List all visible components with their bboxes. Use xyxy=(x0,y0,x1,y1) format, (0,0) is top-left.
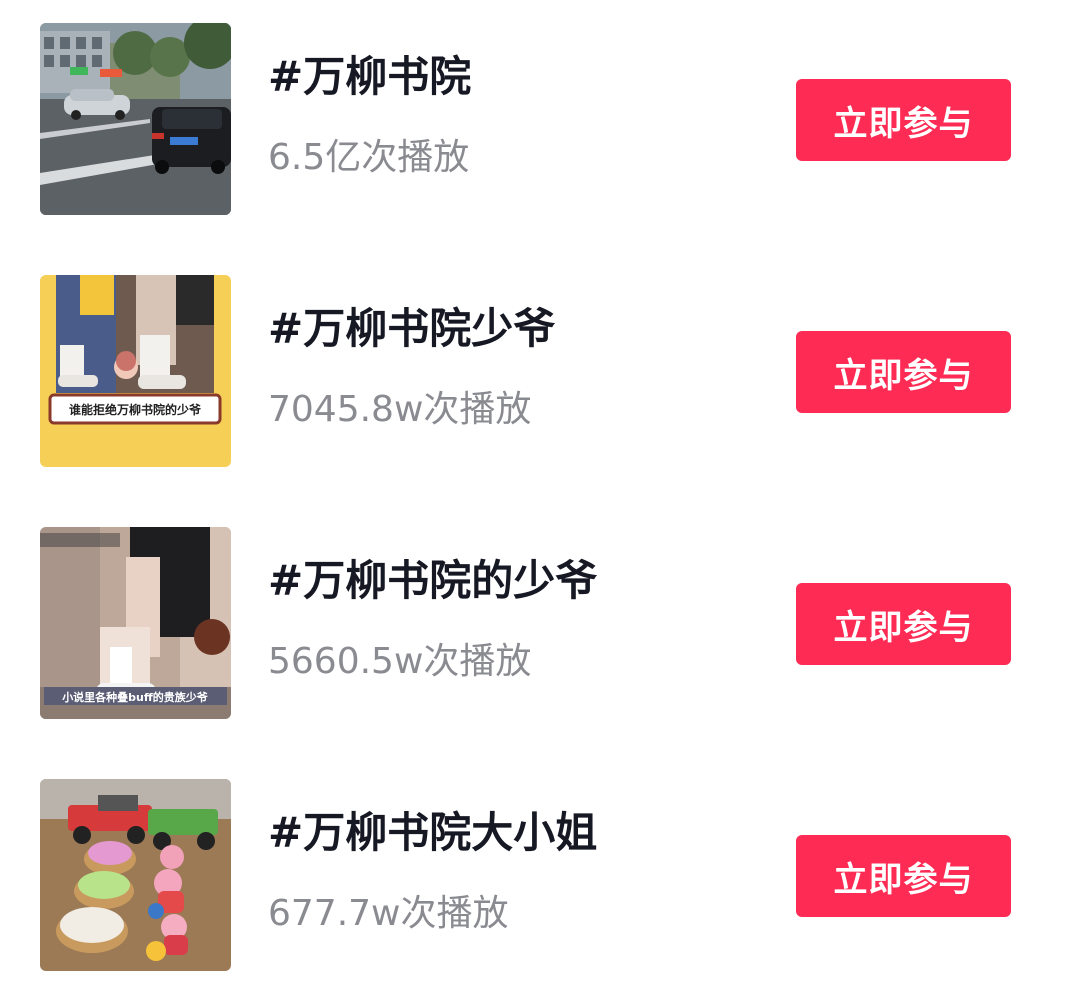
topic-thumbnail[interactable] xyxy=(40,779,231,971)
topic-title[interactable]: #万柳书院大小姐 xyxy=(268,807,597,859)
topic-thumbnail[interactable] xyxy=(40,23,231,215)
topic-thumbnail[interactable]: 谁能拒绝万柳书院的少爷 xyxy=(40,275,231,467)
join-button[interactable]: 立即参与 xyxy=(796,79,1011,161)
thumbnail-caption: 小说里各种叠buff的贵族少爷 xyxy=(61,690,209,704)
topic-row[interactable]: 小说里各种叠buff的贵族少爷 #万柳书院的少爷 5660.5w次播放 立即参与 xyxy=(0,527,1071,719)
sneaker-video-image: 谁能拒绝万柳书院的少爷 xyxy=(40,275,231,467)
topic-list: #万柳书院 6.5亿次播放 立即参与 谁能拒绝万柳书院的少爷 #万柳书院少爷 7… xyxy=(0,0,1071,998)
join-button[interactable]: 立即参与 xyxy=(796,583,1011,665)
toys-sand-image xyxy=(40,779,231,971)
join-button[interactable]: 立即参与 xyxy=(796,835,1011,917)
play-count: 6.5亿次播放 xyxy=(268,137,470,178)
topic-title[interactable]: #万柳书院少爷 xyxy=(268,303,555,355)
join-button[interactable]: 立即参与 xyxy=(796,331,1011,413)
play-count: 677.7w次播放 xyxy=(268,893,509,934)
street-scene-image xyxy=(40,23,231,215)
thumbnail-caption: 谁能拒绝万柳书院的少爷 xyxy=(69,402,202,417)
play-count: 7045.8w次播放 xyxy=(268,389,532,430)
topic-row[interactable]: #万柳书院大小姐 677.7w次播放 立即参与 xyxy=(0,779,1071,971)
topic-row[interactable]: #万柳书院 6.5亿次播放 立即参与 xyxy=(0,23,1071,215)
topic-thumbnail[interactable]: 小说里各种叠buff的贵族少爷 xyxy=(40,527,231,719)
stairs-video-image: 小说里各种叠buff的贵族少爷 xyxy=(40,527,231,719)
topic-title[interactable]: #万柳书院 xyxy=(268,51,471,103)
play-count: 5660.5w次播放 xyxy=(268,641,532,682)
topic-row[interactable]: 谁能拒绝万柳书院的少爷 #万柳书院少爷 7045.8w次播放 立即参与 xyxy=(0,275,1071,467)
topic-title[interactable]: #万柳书院的少爷 xyxy=(268,555,597,607)
